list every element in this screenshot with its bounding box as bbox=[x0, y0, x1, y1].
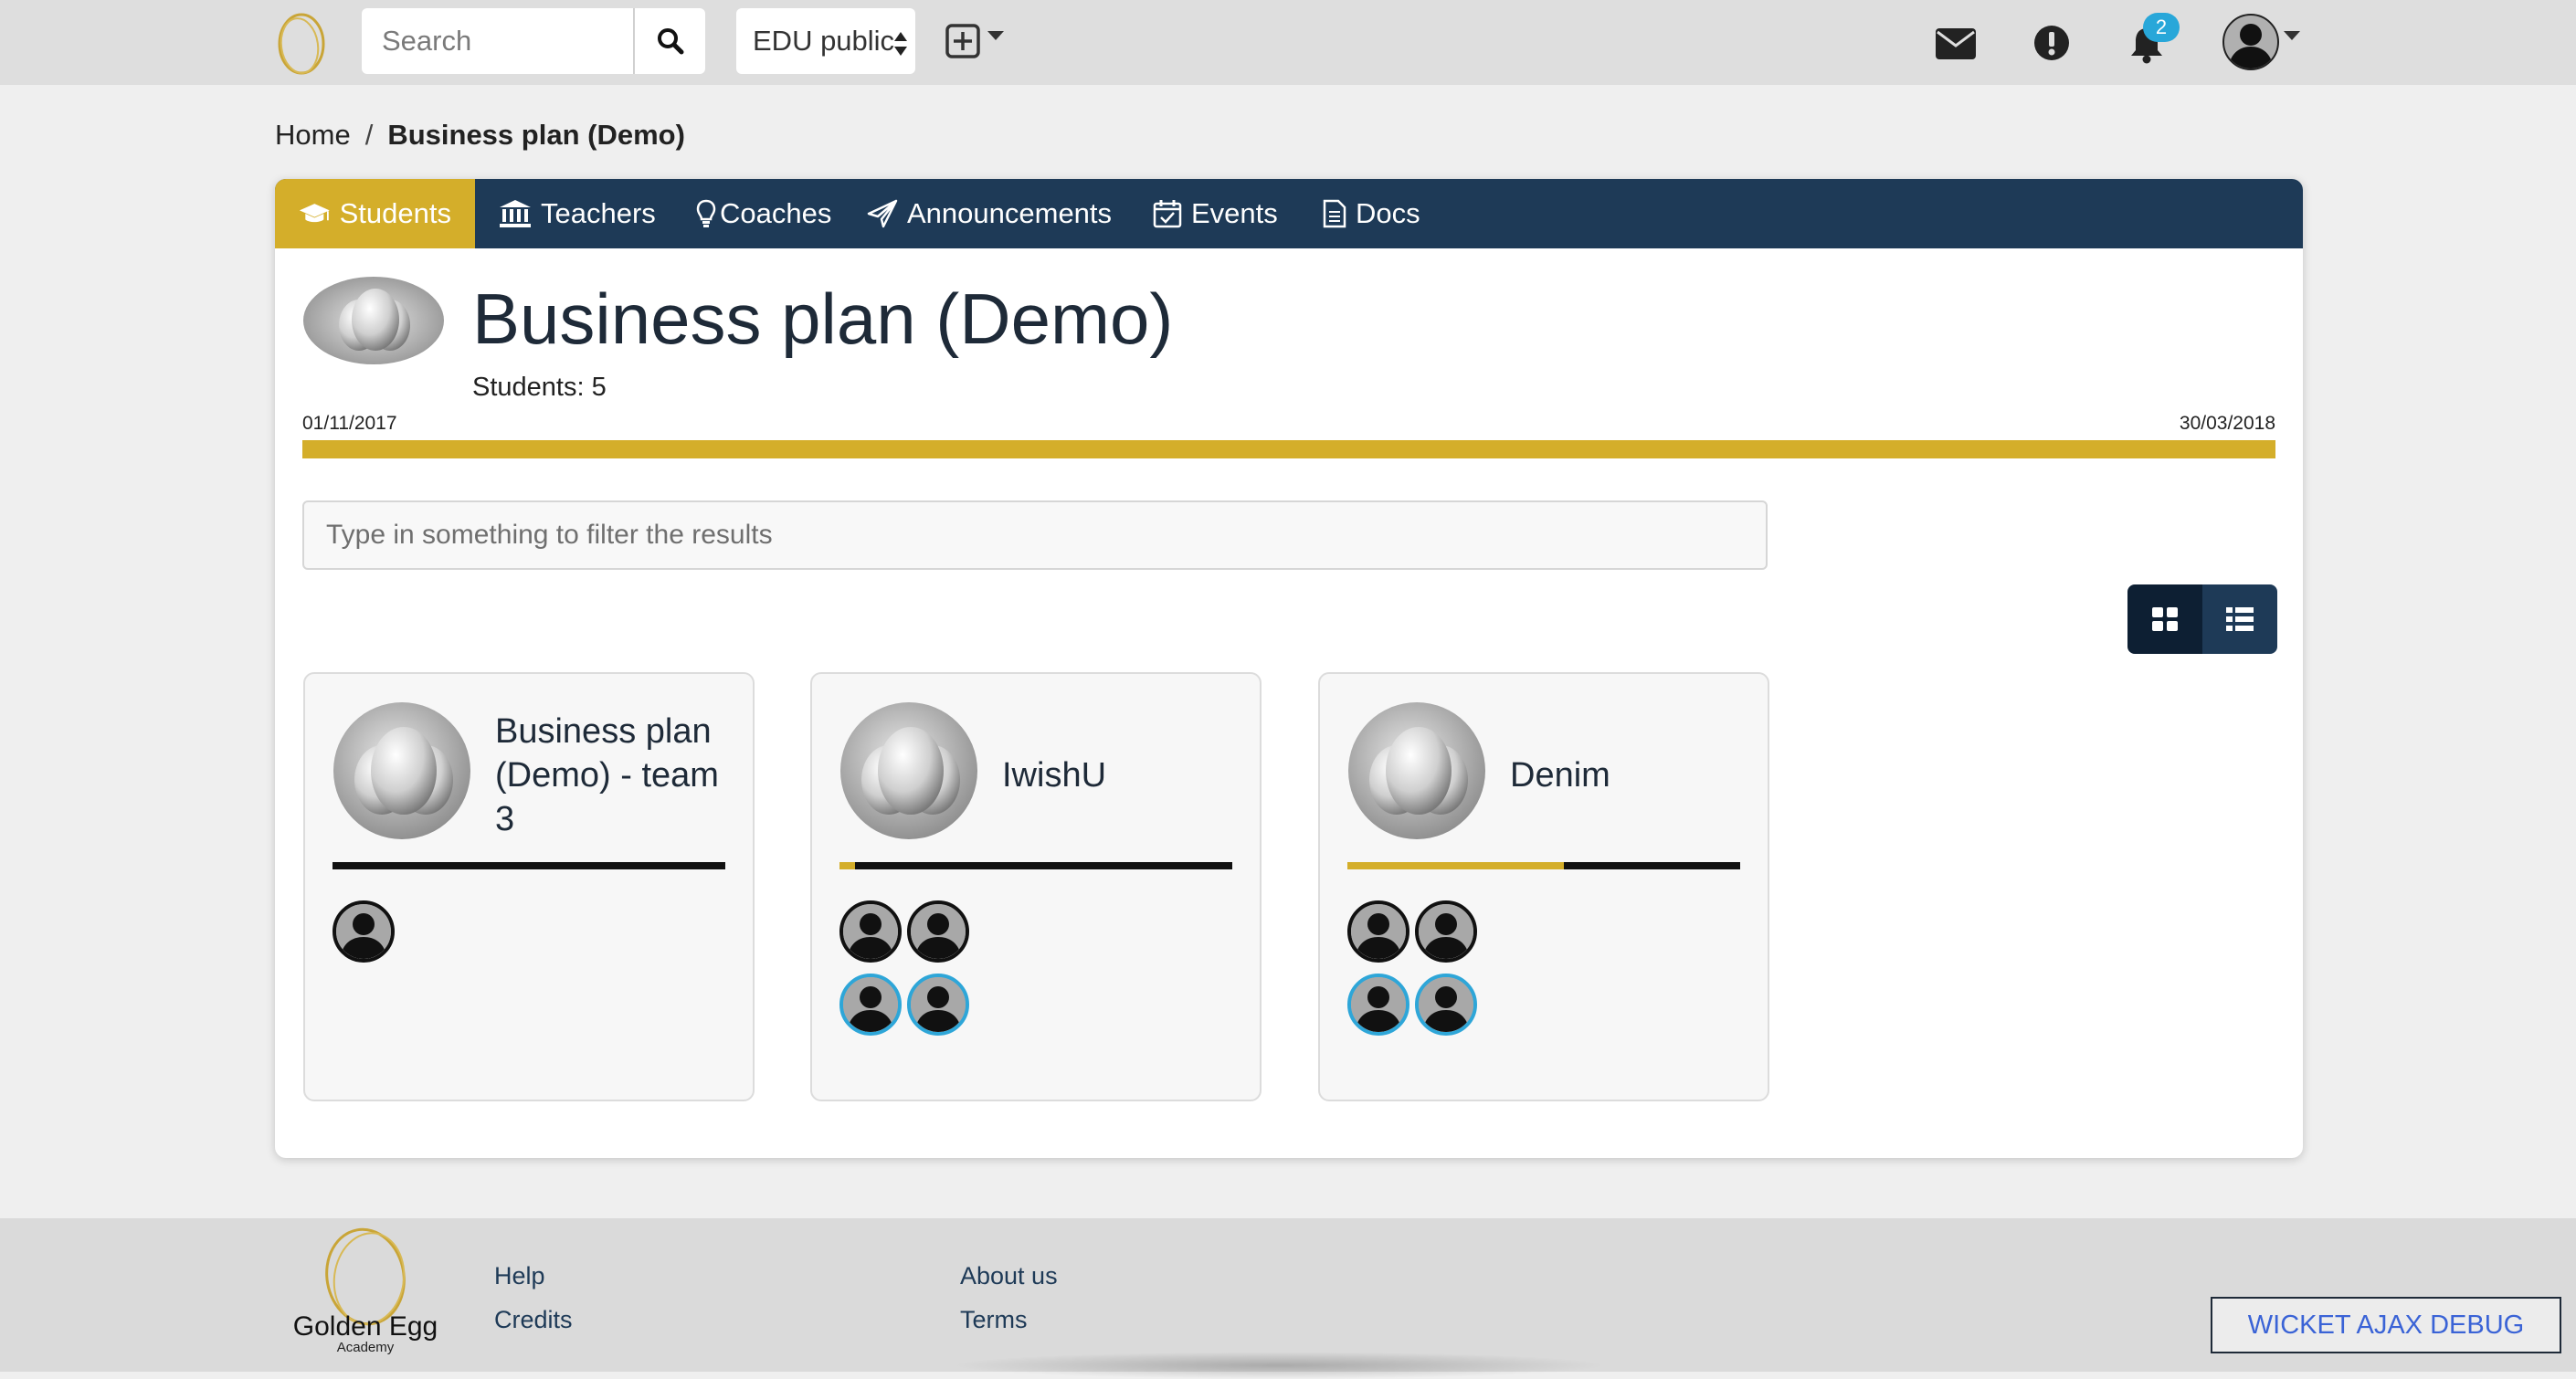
footer-link-terms[interactable]: Terms bbox=[960, 1306, 1028, 1334]
team-card[interactable]: IwishU bbox=[810, 672, 1262, 1101]
footer-brand: Golden Egg bbox=[293, 1311, 438, 1342]
coach-avatar[interactable] bbox=[1415, 974, 1477, 1036]
footer-shadow bbox=[950, 1352, 1608, 1379]
person-silhouette-icon bbox=[336, 904, 391, 959]
tab-teachers[interactable]: Teachers bbox=[475, 179, 680, 248]
team-card[interactable]: Denim bbox=[1318, 672, 1769, 1101]
footer-brand-sub: Academy bbox=[337, 1340, 395, 1355]
list-view-button[interactable] bbox=[2202, 584, 2277, 654]
team-name: IwishU bbox=[1002, 756, 1107, 795]
student-avatar[interactable] bbox=[333, 900, 395, 963]
team-progress-fill bbox=[1347, 862, 1564, 869]
coach-avatar[interactable] bbox=[907, 974, 969, 1036]
breadcrumb-separator: / bbox=[364, 119, 374, 151]
graduation-cap-icon bbox=[299, 204, 330, 223]
person-silhouette-icon bbox=[1351, 977, 1406, 1032]
view-toggle bbox=[2127, 584, 2277, 654]
person-silhouette-icon bbox=[843, 904, 898, 959]
tab-docs[interactable]: Docs bbox=[1299, 179, 1444, 248]
tab-coaches-label: Coaches bbox=[720, 197, 832, 229]
team-egg-image bbox=[333, 702, 470, 839]
student-avatar[interactable] bbox=[1347, 900, 1409, 963]
tab-students[interactable]: Students bbox=[275, 179, 475, 248]
tab-announcements[interactable]: Announcements bbox=[843, 179, 1135, 248]
filter-input[interactable] bbox=[302, 500, 1768, 570]
tab-docs-label: Docs bbox=[1356, 197, 1420, 229]
tab-teachers-label: Teachers bbox=[541, 197, 656, 229]
course-egg-image bbox=[303, 277, 444, 364]
team-progress-fill bbox=[839, 862, 856, 869]
student-avatar[interactable] bbox=[1415, 900, 1477, 963]
course-title: Business plan (Demo) bbox=[472, 279, 1174, 359]
notification-count-badge: 2 bbox=[2143, 13, 2180, 42]
person-silhouette-icon bbox=[911, 904, 966, 959]
team-card[interactable]: Business plan (Demo) - team 3 bbox=[303, 672, 755, 1101]
footer-link-credits[interactable]: Credits bbox=[494, 1306, 573, 1334]
envelope-icon[interactable] bbox=[1935, 27, 1977, 60]
breadcrumb-current: Business plan (Demo) bbox=[387, 119, 685, 151]
search-input[interactable] bbox=[362, 8, 633, 74]
team-egg-image bbox=[840, 702, 977, 839]
tab-announcements-label: Announcements bbox=[907, 197, 1113, 229]
list-icon bbox=[2226, 607, 2254, 631]
student-avatar[interactable] bbox=[907, 900, 969, 963]
team-progress-bar bbox=[333, 862, 725, 869]
tab-events-label: Events bbox=[1191, 197, 1278, 229]
students-count: Students: 5 bbox=[472, 373, 607, 402]
grid-icon bbox=[2152, 607, 2178, 631]
add-menu-icon[interactable] bbox=[944, 22, 1009, 62]
visibility-select-value: EDU public bbox=[753, 25, 895, 57]
footer-link-help[interactable]: Help bbox=[494, 1262, 545, 1290]
footer-link-about-us[interactable]: About us bbox=[960, 1262, 1058, 1290]
person-silhouette-icon bbox=[1419, 977, 1473, 1032]
breadcrumb-home-link[interactable]: Home bbox=[275, 119, 351, 151]
user-menu-caret-icon[interactable] bbox=[2284, 31, 2300, 42]
course-panel: Students Teachers Coaches Announcements … bbox=[275, 179, 2303, 1158]
course-end-date: 30/03/2018 bbox=[2179, 413, 2275, 434]
search-button[interactable] bbox=[633, 8, 705, 74]
grid-view-button[interactable] bbox=[2127, 584, 2202, 654]
tab-coaches[interactable]: Coaches bbox=[672, 179, 855, 248]
person-silhouette-icon bbox=[1351, 904, 1406, 959]
visibility-select[interactable]: EDU public bbox=[736, 8, 915, 74]
tab-students-label: Students bbox=[339, 197, 451, 229]
paper-plane-icon bbox=[867, 199, 898, 228]
team-egg-image bbox=[1348, 702, 1485, 839]
team-name: Business plan (Demo) - team 3 bbox=[495, 712, 719, 838]
coach-avatar[interactable] bbox=[839, 974, 902, 1036]
search-icon bbox=[657, 28, 683, 55]
course-start-date: 01/11/2017 bbox=[302, 413, 397, 434]
person-silhouette-icon bbox=[911, 977, 966, 1032]
team-progress-bar bbox=[1347, 862, 1740, 869]
breadcrumb: Home / Business plan (Demo) bbox=[275, 119, 685, 152]
select-arrows-icon bbox=[894, 32, 907, 56]
student-avatar[interactable] bbox=[839, 900, 902, 963]
document-icon bbox=[1323, 199, 1346, 228]
lightbulb-icon bbox=[696, 199, 716, 227]
top-navbar: EDU public 2 bbox=[0, 0, 2576, 85]
team-name: Denim bbox=[1510, 756, 1610, 795]
golden-egg-academy-logo[interactable]: Golden Egg Academy bbox=[274, 1218, 457, 1372]
calendar-check-icon bbox=[1153, 200, 1182, 228]
person-silhouette-icon bbox=[843, 977, 898, 1032]
person-silhouette-icon bbox=[1419, 904, 1473, 959]
institution-icon bbox=[500, 200, 531, 227]
golden-egg-logo-icon[interactable] bbox=[274, 9, 329, 77]
course-tabs: Students Teachers Coaches Announcements … bbox=[275, 179, 2303, 248]
team-progress-bar bbox=[839, 862, 1232, 869]
tab-events[interactable]: Events bbox=[1129, 179, 1302, 248]
wicket-ajax-debug-button[interactable]: WICKET AJAX DEBUG bbox=[2211, 1297, 2561, 1353]
coach-avatar[interactable] bbox=[1347, 974, 1409, 1036]
alert-icon[interactable] bbox=[2033, 25, 2070, 61]
course-timeline-bar bbox=[302, 440, 2275, 458]
user-avatar[interactable] bbox=[2222, 14, 2279, 70]
footer: Golden Egg Academy Help Credits About us… bbox=[0, 1218, 2576, 1379]
